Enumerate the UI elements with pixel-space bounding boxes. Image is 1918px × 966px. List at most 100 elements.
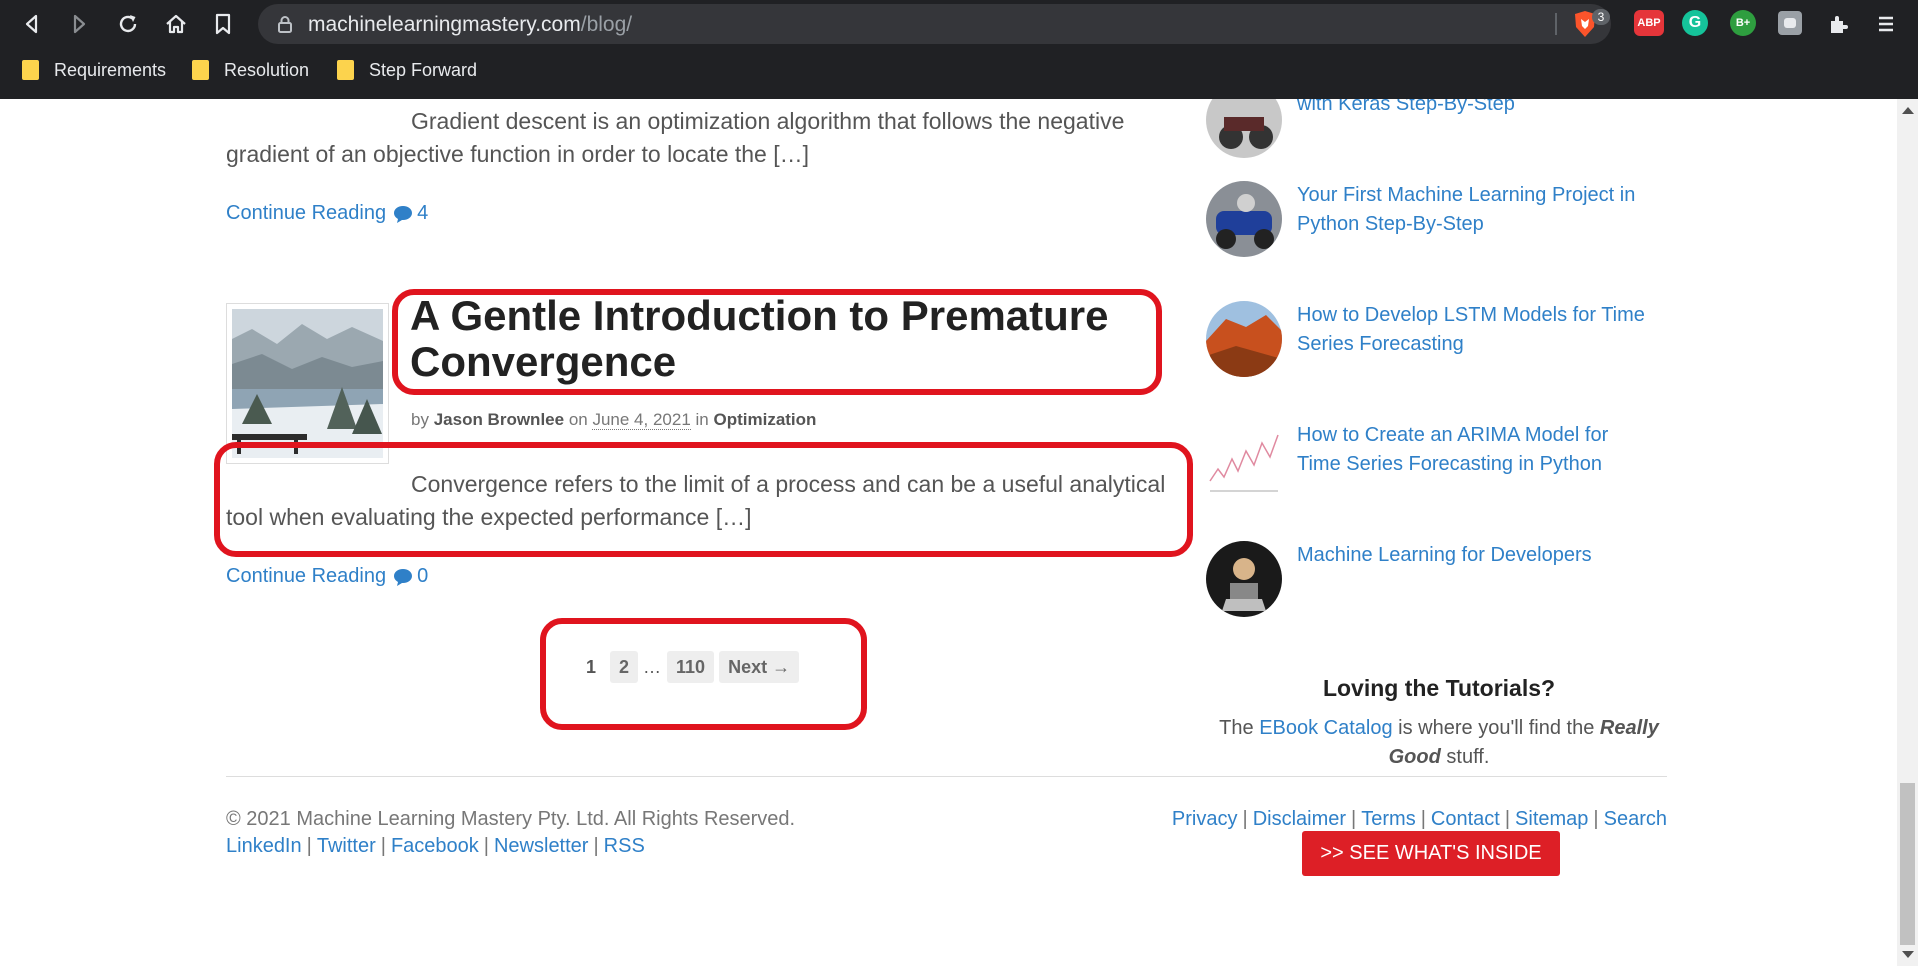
- continue-reading-label: Continue Reading: [226, 202, 387, 224]
- motorbike-thumbnail: [1206, 99, 1282, 158]
- highlight-box-title: [392, 289, 1162, 395]
- rss-link[interactable]: RSS: [604, 835, 645, 857]
- footer-separator: |: [593, 835, 599, 857]
- adblock-plus-icon[interactable]: ABP: [1634, 10, 1664, 36]
- twitter-link[interactable]: Twitter: [317, 835, 376, 857]
- continue-reading-link[interactable]: Continue Reading 0: [226, 565, 428, 588]
- folder-icon: [337, 60, 354, 80]
- privacy-link[interactable]: Privacy: [1172, 808, 1238, 830]
- highlight-box-excerpt: [214, 442, 1193, 557]
- sidebar-post-link[interactable]: Machine Learning for Developers: [1297, 541, 1657, 570]
- search-link[interactable]: Search: [1604, 808, 1667, 830]
- bookmarks-bar: Requirements Resolution Step Forward: [0, 50, 1918, 90]
- sidebar-post-item[interactable]: Your First Machine Learning Project in P…: [1206, 181, 1646, 261]
- bookmark-icon[interactable]: [207, 8, 239, 40]
- promo-text-mid: is where you'll find the: [1398, 717, 1595, 739]
- comment-icon: [394, 568, 413, 586]
- page-viewport: Gradient descent is an optimization algo…: [0, 99, 1897, 966]
- brave-badge: 3: [1592, 9, 1610, 25]
- meta-in: in: [695, 410, 709, 429]
- developer-laptop-thumbnail: [1206, 541, 1282, 617]
- scroll-up-arrow-icon[interactable]: [1902, 107, 1914, 114]
- meta-on: on: [568, 410, 588, 429]
- comment-count: 0: [417, 565, 429, 587]
- sidebar-post-item[interactable]: How to Create an ARIMA Model for Time Se…: [1206, 421, 1646, 501]
- footer-site-links: Privacy | Disclaimer | Terms | Contact | Sitemap…: [1172, 808, 1667, 831]
- bookmark-folder-step-forward[interactable]: Step Forward: [337, 56, 477, 84]
- footer-separator: |: [1351, 808, 1357, 830]
- continue-reading-label: Continue Reading: [226, 565, 387, 587]
- extension-square-icon[interactable]: [1778, 11, 1802, 35]
- red-rock-thumbnail: [1206, 301, 1282, 377]
- scroll-down-arrow-icon[interactable]: [1902, 951, 1914, 958]
- sidebar-post-item[interactable]: with Keras Step-By-Step: [1206, 99, 1646, 162]
- motorcycle-racer-thumbnail: [1206, 181, 1282, 257]
- grammarly-icon[interactable]: G: [1682, 10, 1708, 36]
- bplus-extension-label: B+: [1735, 17, 1751, 29]
- comment-icon: [394, 205, 413, 223]
- disclaimer-link[interactable]: Disclaimer: [1253, 808, 1346, 830]
- bookmark-label: Resolution: [224, 59, 310, 80]
- post-category[interactable]: Optimization: [713, 410, 816, 429]
- linkedin-link[interactable]: LinkedIn: [226, 835, 302, 857]
- url-path: /blog/: [580, 13, 633, 36]
- comment-count: 4: [417, 202, 429, 224]
- menu-icon[interactable]: [1870, 8, 1902, 40]
- scrollbar-thumb[interactable]: [1900, 783, 1915, 945]
- bplus-extension-icon[interactable]: B+: [1730, 10, 1756, 36]
- snowy-mountain-image: [232, 309, 383, 458]
- footer-separator: |: [306, 835, 312, 857]
- promo-text-pre: The: [1219, 717, 1254, 739]
- sitemap-link[interactable]: Sitemap: [1515, 808, 1588, 830]
- sidebar-post-link[interactable]: with Keras Step-By-Step: [1297, 99, 1657, 119]
- footer-divider: [226, 776, 1667, 777]
- footer-separator: |: [483, 835, 489, 857]
- promo-text-post: stuff.: [1446, 746, 1490, 768]
- bookmark-label: Step Forward: [369, 59, 478, 80]
- forward-icon[interactable]: [63, 8, 95, 40]
- bookmark-folder-resolution[interactable]: Resolution: [192, 56, 309, 84]
- sidebar-post-item[interactable]: How to Develop LSTM Models for Time Seri…: [1206, 301, 1646, 381]
- footer-separator: |: [1242, 808, 1248, 830]
- footer-separator: |: [1504, 808, 1511, 830]
- extensions-puzzle-icon[interactable]: [1822, 8, 1854, 40]
- url-host: machinelearningmastery.com: [308, 13, 581, 36]
- meta-by: by: [411, 410, 429, 429]
- post-excerpt-gradient-descent: Gradient descent is an optimization algo…: [226, 108, 1125, 167]
- url-text: machinelearningmastery.com/blog/: [308, 13, 632, 37]
- reload-icon[interactable]: [112, 8, 144, 40]
- facebook-link[interactable]: Facebook: [391, 835, 479, 857]
- promo-text: The EBook Catalog is where you'll find t…: [1206, 714, 1672, 772]
- terms-link[interactable]: Terms: [1361, 808, 1415, 830]
- see-whats-inside-button[interactable]: >> SEE WHAT'S INSIDE: [1302, 831, 1560, 876]
- continue-reading-link[interactable]: Continue Reading 4: [226, 202, 428, 225]
- page-scrollbar[interactable]: [1897, 99, 1918, 966]
- sidebar-post-link[interactable]: How to Develop LSTM Models for Time Seri…: [1297, 301, 1657, 359]
- promo-heading: Loving the Tutorials?: [1322, 675, 1556, 701]
- footer-separator: |: [1420, 808, 1426, 830]
- home-icon[interactable]: [160, 8, 192, 40]
- bookmark-folder-requirements[interactable]: Requirements: [22, 56, 166, 84]
- lock-icon: [278, 16, 292, 33]
- address-bar[interactable]: machinelearningmastery.com/blog/: [258, 4, 1611, 44]
- post-author[interactable]: Jason Brownlee: [434, 410, 564, 429]
- bookmark-label: Requirements: [54, 59, 167, 80]
- ebook-catalog-link[interactable]: EBook Catalog: [1259, 717, 1392, 739]
- contact-link[interactable]: Contact: [1431, 808, 1500, 830]
- back-icon[interactable]: [16, 8, 48, 40]
- browser-chrome: machinelearningmastery.com/blog/ 3 ABP G…: [0, 0, 1918, 99]
- newsletter-link[interactable]: Newsletter: [494, 835, 588, 857]
- sidebar-post-link[interactable]: How to Create an ARIMA Model for Time Se…: [1297, 421, 1657, 479]
- footer-separator: |: [1593, 808, 1599, 830]
- arima-chart-thumbnail: [1206, 421, 1282, 497]
- footer-social-links: LinkedIn | Twitter | Facebook | Newsletter | RSS: [226, 835, 645, 858]
- ebook-promo: Loving the Tutorials? The EBook Catalog …: [1206, 675, 1672, 772]
- post-thumbnail[interactable]: [226, 303, 389, 464]
- adblock-plus-label: ABP: [1637, 17, 1661, 29]
- folder-icon: [192, 60, 209, 80]
- footer-separator: |: [380, 835, 386, 857]
- copyright-text: © 2021 Machine Learning Mastery Pty. Ltd…: [226, 808, 796, 830]
- sidebar-post-item[interactable]: Machine Learning for Developers: [1206, 541, 1646, 621]
- sidebar-post-link[interactable]: Your First Machine Learning Project in P…: [1297, 181, 1657, 239]
- post-date: June 4, 2021: [592, 410, 691, 430]
